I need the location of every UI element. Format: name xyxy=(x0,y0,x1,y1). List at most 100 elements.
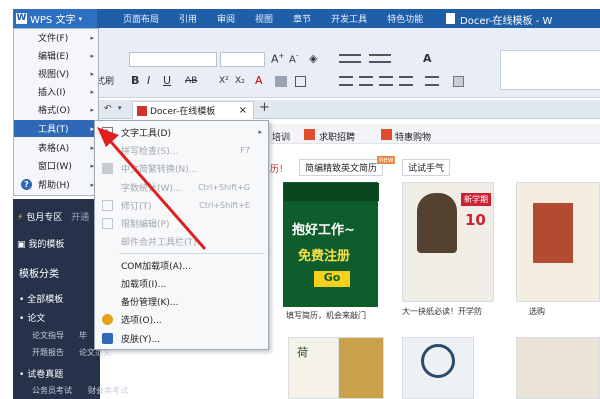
menu-item-help[interactable]: ? 帮助(H) ▸ xyxy=(14,176,98,193)
card-figure xyxy=(533,203,573,263)
italic-button[interactable]: I xyxy=(147,74,150,87)
tab-review[interactable]: 审阅 xyxy=(207,12,245,25)
text-style-icon[interactable]: A xyxy=(423,52,432,65)
sidebar-sub-finance-exam[interactable]: 财会类考试 xyxy=(88,385,128,396)
card-text-main: 抱好工作~ xyxy=(292,223,355,238)
menu-item-file[interactable]: 文件(F) ▸ xyxy=(14,29,98,46)
submenu-item-com-addins[interactable]: COM加载项(A)... xyxy=(95,256,268,274)
template-card[interactable]: 抱好工作~ 免费注册 Go xyxy=(283,182,379,307)
menu-item-label: 工具(T) xyxy=(38,125,69,135)
card-go-button: Go xyxy=(314,271,350,287)
font-grow-icon[interactable]: A+ xyxy=(271,52,284,66)
template-card[interactable] xyxy=(516,182,600,302)
sidebar-item-baoyue[interactable]: ⚡ 包月专区 开通 xyxy=(17,210,89,223)
resume-pill[interactable]: 简编精致英文简历 xyxy=(299,159,384,176)
template-icon: ▣ xyxy=(17,240,26,250)
skin-shirt-icon xyxy=(102,333,113,344)
bullet-icon: • xyxy=(19,314,25,324)
close-tab-icon[interactable]: × xyxy=(239,105,247,116)
menu-item-label: 表格(A) xyxy=(38,144,70,154)
submenu-item-options[interactable]: 选项(O)... xyxy=(95,310,268,328)
submenu-item-skin[interactable]: 皮肤(Y)... xyxy=(95,329,268,347)
superscript-button[interactable]: X² xyxy=(219,76,229,86)
line-spacing-icon[interactable] xyxy=(425,76,439,86)
sidebar-sub-proposal[interactable]: 开题报告 xyxy=(32,347,64,358)
template-card[interactable]: 荷 xyxy=(288,337,344,399)
sidebar-label-paper: 论文 xyxy=(27,314,46,324)
tab-references[interactable]: 引用 xyxy=(169,12,207,25)
tab-page-layout[interactable]: 页面布局 xyxy=(113,12,169,25)
app-menu-button[interactable]: W WPS 文字 ▾ xyxy=(13,9,97,28)
submenu-item-addins[interactable]: 加载项(I)... xyxy=(95,274,268,292)
submenu-item-label: 备份管理(K)... xyxy=(121,297,179,308)
sidebar-item-paper[interactable]: • 论文 xyxy=(19,311,45,324)
submenu-item-label: 皮肤(Y)... xyxy=(121,334,161,345)
menu-item-insert[interactable]: 插入(I) ▸ xyxy=(14,83,98,100)
sidebar-item-exam[interactable]: • 试卷真题 xyxy=(19,367,63,380)
font-color-button[interactable]: A xyxy=(255,74,263,87)
try-luck-pill[interactable]: 试试手气 xyxy=(402,159,451,176)
sidebar-sub-paper-grad[interactable]: 毕 xyxy=(79,330,87,341)
template-card[interactable] xyxy=(402,337,474,399)
style-gallery[interactable] xyxy=(500,50,600,90)
submenu-item-backup[interactable]: 备份管理(K)... xyxy=(95,292,268,310)
top-link-training[interactable]: 培训 xyxy=(272,130,290,143)
tab-section[interactable]: 章节 xyxy=(283,12,321,25)
justify-icon[interactable] xyxy=(399,76,413,86)
underline-button[interactable]: U xyxy=(163,74,171,87)
wps-logo-icon: W xyxy=(16,13,27,24)
tab-special[interactable]: 特色功能 xyxy=(377,12,433,25)
align-left-icon[interactable] xyxy=(339,76,353,86)
main-menu: 文件(F) ▸ 编辑(E) ▸ 视图(V) ▸ 插入(I) ▸ 格式(O) ▸ 工具(T)… xyxy=(13,28,99,196)
shading-icon[interactable] xyxy=(453,76,464,87)
clear-format-icon[interactable]: ◈ xyxy=(309,52,317,65)
sidebar-sub-civil-exam[interactable]: 公务员考试 xyxy=(32,385,72,396)
menu-item-window[interactable]: 窗口(W) ▸ xyxy=(14,157,98,174)
ribbon-tabs: 页面布局 引用 审阅 视图 章节 开发工具 特色功能 xyxy=(113,9,433,28)
docer-tab[interactable]: Docer-在线模板 × xyxy=(132,101,254,119)
menu-item-format[interactable]: 格式(O) ▸ xyxy=(14,101,98,118)
sidebar-label-exam: 试卷真题 xyxy=(27,370,64,380)
dropdown-arrow-icon: ▾ xyxy=(78,14,82,23)
sidebar-category-title: 模板分类 xyxy=(19,269,59,280)
bullets-icon[interactable] xyxy=(339,54,361,63)
tabs-dropdown-icon[interactable]: ▾ xyxy=(118,104,122,112)
highlight-icon[interactable] xyxy=(275,76,287,87)
font-shrink-icon[interactable]: A- xyxy=(289,52,298,65)
strikethrough-button[interactable]: AB xyxy=(185,76,197,86)
menu-item-view[interactable]: 视图(V) ▸ xyxy=(14,65,98,82)
numbering-icon[interactable] xyxy=(369,54,391,63)
tab-developer[interactable]: 开发工具 xyxy=(321,12,377,25)
top-link-shopping[interactable]: 特惠购物 xyxy=(395,130,431,143)
menu-item-label: 格式(O) xyxy=(38,106,71,116)
menu-item-table[interactable]: 表格(A) ▸ xyxy=(14,139,98,156)
template-card[interactable] xyxy=(516,337,600,399)
subscript-button[interactable]: X₂ xyxy=(235,76,245,86)
card-text-register: 免费注册 xyxy=(298,249,351,264)
menu-item-label: 编辑(E) xyxy=(38,52,69,62)
sidebar-label-all: 全部模板 xyxy=(27,295,64,305)
tab-view[interactable]: 视图 xyxy=(245,12,283,25)
font-size-combo[interactable] xyxy=(220,52,265,67)
sidebar-item-all[interactable]: • 全部模板 xyxy=(19,292,63,305)
card-badge-number: 10 xyxy=(465,211,486,229)
menu-item-edit[interactable]: 编辑(E) ▸ xyxy=(14,47,98,64)
nav-back-icon[interactable]: ↶ xyxy=(104,104,112,114)
top-link-jobs[interactable]: 求职招聘 xyxy=(319,130,355,143)
menu-item-tools[interactable]: 工具(T) ▸ xyxy=(14,120,98,137)
card-caption: 填写简历，机会来敲门 xyxy=(286,311,366,320)
bold-button[interactable]: B xyxy=(131,74,139,87)
char-border-icon[interactable] xyxy=(295,76,306,87)
align-center-icon[interactable] xyxy=(359,76,373,86)
template-card[interactable] xyxy=(338,337,384,399)
notice-text: 历！ xyxy=(270,165,289,175)
template-card[interactable]: 新学期 10 xyxy=(402,182,494,302)
sidebar-item-my-templates[interactable]: ▣ 我的模板 xyxy=(17,237,64,250)
shopping-link-icon xyxy=(381,129,392,140)
card-header-bar xyxy=(284,183,379,201)
new-tab-button[interactable]: + xyxy=(259,100,270,115)
sidebar-sub-paper-guide[interactable]: 论文指导 xyxy=(32,330,64,341)
align-right-icon[interactable] xyxy=(379,76,393,86)
font-name-combo[interactable] xyxy=(129,52,217,67)
submenu-item-shortcut: F7 xyxy=(240,145,250,155)
